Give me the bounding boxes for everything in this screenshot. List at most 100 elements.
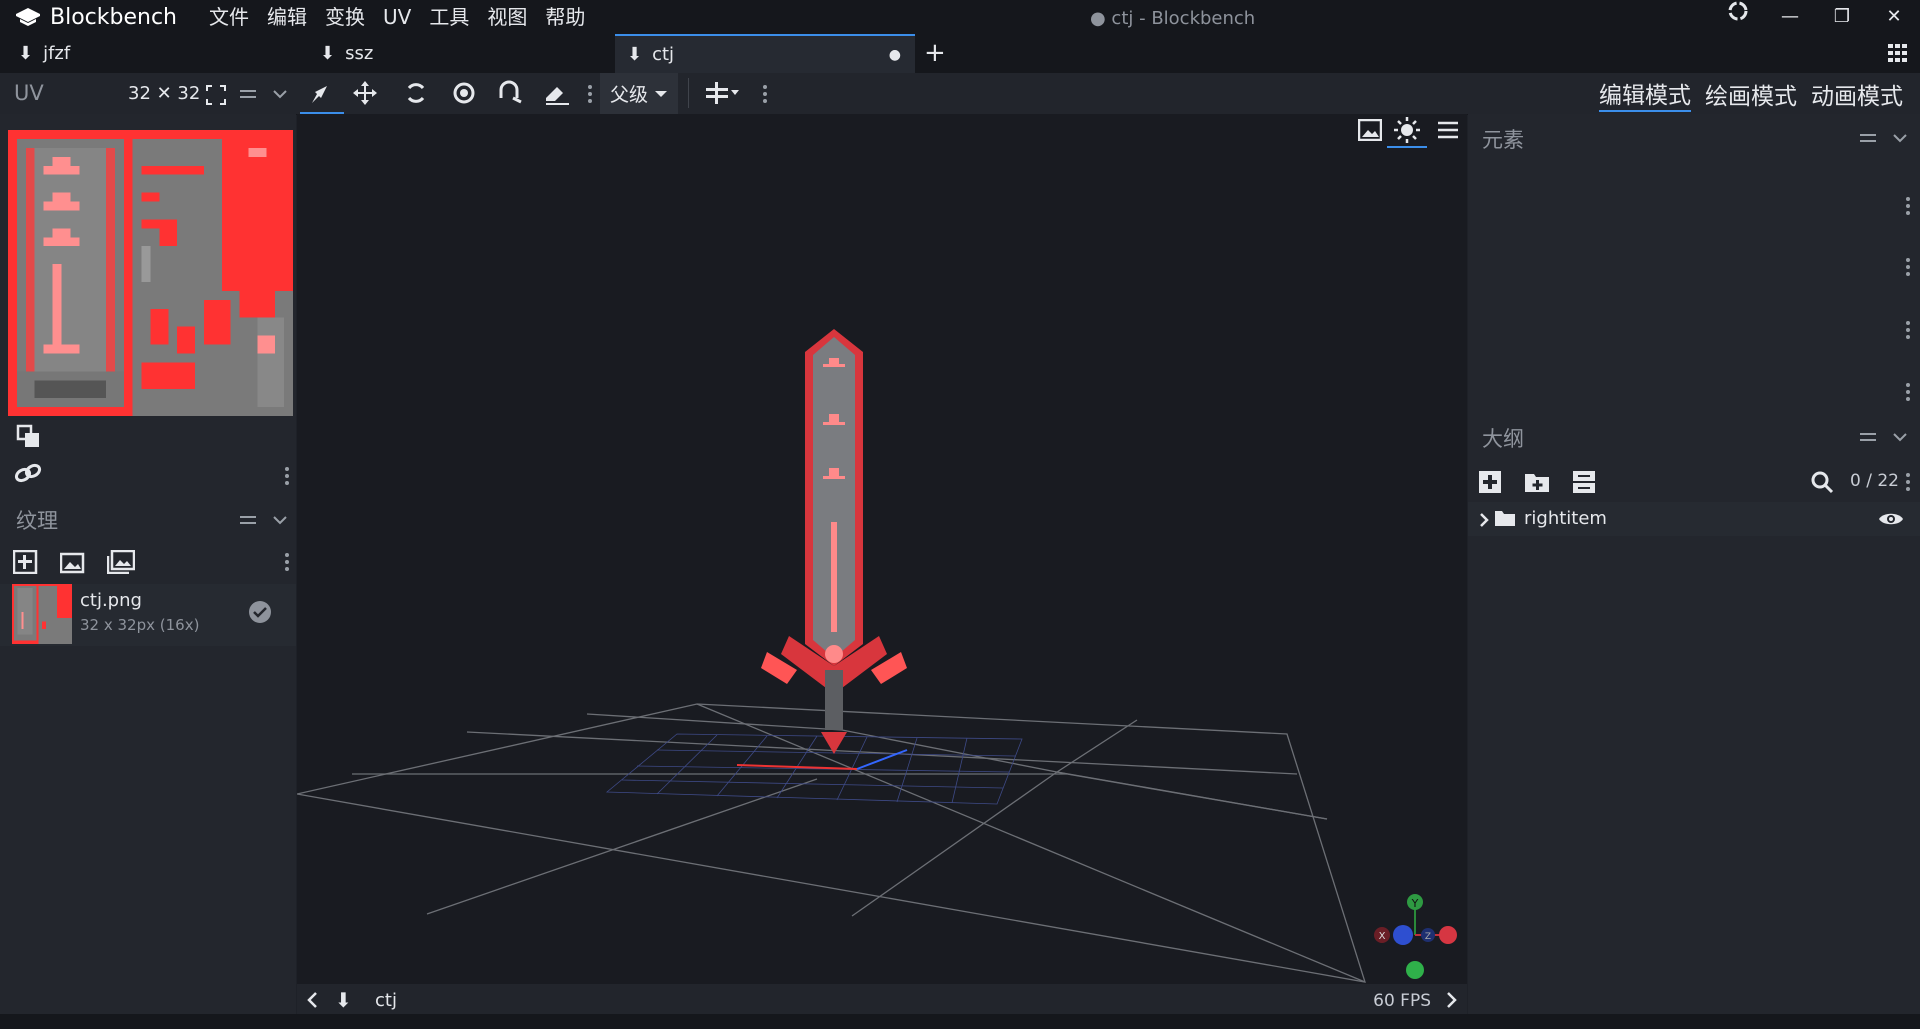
bottom-bar	[0, 1014, 1920, 1029]
transform-space-value: 父级	[609, 84, 648, 106]
chevron-down-icon[interactable]	[1890, 427, 1910, 451]
model-file-icon: ⬇	[335, 988, 352, 1012]
add-group-icon[interactable]	[1524, 470, 1550, 498]
minimize-button[interactable]: —	[1764, 0, 1816, 34]
update-icon[interactable]	[1712, 0, 1764, 34]
folder-icon	[1494, 509, 1516, 531]
vertex-snap-icon[interactable]	[497, 80, 525, 110]
element-more-icon[interactable]	[1905, 257, 1911, 281]
drag-handle-icon[interactable]	[238, 84, 258, 108]
blockbench-logo-icon	[16, 8, 40, 26]
outline-more-icon[interactable]	[1905, 472, 1911, 496]
check-circle-icon[interactable]	[248, 600, 272, 628]
orientation-gizmo[interactable]: Y X Z	[1370, 890, 1460, 980]
status-bar: ⬇ ctj 60 FPS	[297, 984, 1467, 1018]
3d-viewport[interactable]: Y X Z	[296, 114, 1467, 984]
lighting-toggle[interactable]	[1387, 114, 1427, 148]
viewport-scene	[296, 329, 1366, 983]
outline-count: 0 / 22	[1850, 471, 1899, 491]
chevron-down-icon[interactable]	[270, 84, 290, 108]
window-title: ● ctj - Blockbench	[1090, 8, 1256, 29]
outline-item-rightitem[interactable]: rightitem	[1468, 502, 1920, 536]
outline-panel-title: 大纲	[1482, 427, 1524, 451]
eye-icon[interactable]	[1878, 510, 1904, 532]
search-icon[interactable]	[1810, 470, 1834, 498]
uv-panel-title: UV	[14, 81, 44, 105]
status-model-name: ctj	[375, 990, 397, 1011]
copy-icon[interactable]	[16, 424, 42, 454]
unsaved-indicator[interactable]: ●	[889, 47, 901, 63]
drag-handle-icon[interactable]	[238, 510, 258, 534]
drag-handle-icon[interactable]	[1858, 128, 1878, 152]
menu-view[interactable]: 视图	[478, 0, 536, 34]
snap-align-icon[interactable]	[706, 82, 740, 108]
element-more-icon[interactable]	[1905, 320, 1911, 344]
texture-more-icon[interactable]	[284, 552, 290, 576]
viewport-menu-icon[interactable]	[1437, 121, 1459, 143]
menu-uv[interactable]: UV	[374, 0, 420, 34]
toolbar-more-icon[interactable]	[587, 84, 593, 108]
translate-icon[interactable]	[352, 80, 378, 110]
uv-more-icon[interactable]	[284, 466, 290, 490]
mode-selector: 编辑模式 绘画模式 动画模式	[1599, 73, 1903, 114]
element-more-icon[interactable]	[1905, 382, 1911, 406]
eraser-icon[interactable]	[543, 80, 571, 110]
element-panel-title: 元素	[1482, 128, 1524, 152]
transform-space-select[interactable]: 父级	[600, 73, 678, 114]
toolbar-more-icon[interactable]	[762, 84, 768, 108]
texture-file-name: ctj.png	[80, 590, 142, 611]
fullscreen-icon[interactable]	[205, 84, 227, 110]
tab-label: ctj	[652, 44, 675, 65]
mode-edit[interactable]: 编辑模式	[1599, 76, 1691, 112]
chevron-right-icon[interactable]	[1443, 990, 1459, 1014]
texture-gallery-icon[interactable]	[106, 549, 136, 578]
mode-paint[interactable]: 绘画模式	[1705, 77, 1797, 111]
texture-file-info: 32 x 32px (16x)	[80, 616, 200, 634]
chevron-left-icon[interactable]	[305, 990, 321, 1014]
tab-ctj[interactable]: ⬇ ctj ●	[615, 34, 915, 73]
new-tab-button[interactable]: +	[924, 34, 946, 73]
sun-icon	[1394, 117, 1420, 143]
mode-animate[interactable]: 动画模式	[1811, 77, 1903, 111]
tab-jfzf[interactable]: ⬇ jfzf	[18, 34, 308, 73]
texture-panel-title: 纹理	[16, 509, 58, 533]
sword-model	[761, 329, 907, 754]
uv-texture-preview[interactable]	[8, 130, 293, 416]
chevron-down-icon[interactable]	[1890, 128, 1910, 152]
menu-bar: 文件 编辑 变换 UV 工具 视图 帮助	[200, 0, 594, 34]
import-texture-icon[interactable]	[12, 549, 39, 578]
move-tool-button[interactable]	[300, 73, 344, 114]
tab-ssz[interactable]: ⬇ ssz	[320, 34, 610, 73]
drag-handle-icon[interactable]	[1858, 427, 1878, 451]
add-cube-icon[interactable]	[1478, 470, 1502, 498]
element-more-icon[interactable]	[1905, 196, 1911, 220]
menu-edit[interactable]: 编辑	[258, 0, 316, 34]
menu-file[interactable]: 文件	[200, 0, 258, 34]
tab-label: ssz	[345, 43, 374, 64]
block-grid	[605, 733, 1023, 805]
window-controls: — ❐ ✕	[1712, 0, 1920, 34]
background-image-icon[interactable]	[1357, 118, 1383, 145]
fps-counter: 60 FPS	[1373, 991, 1431, 1011]
link-icon[interactable]	[13, 461, 43, 489]
pivot-icon[interactable]	[451, 80, 477, 110]
app-logo: Blockbench	[14, 4, 177, 30]
uv-size-label: 32 ✕ 32	[128, 83, 201, 104]
create-texture-icon[interactable]	[59, 550, 86, 578]
chevron-down-icon[interactable]	[270, 510, 290, 534]
maximize-button[interactable]: ❐	[1816, 0, 1868, 34]
menu-help[interactable]: 帮助	[536, 0, 594, 34]
texture-list-item[interactable]: ctj.png 32 x 32px (16x)	[0, 584, 296, 646]
collapse-all-icon[interactable]	[1572, 470, 1596, 498]
rotate-icon[interactable]	[403, 80, 429, 110]
menu-tools[interactable]: 工具	[420, 0, 478, 34]
gizmo-y-label: Y	[1411, 897, 1419, 910]
outline-item-label: rightitem	[1524, 508, 1607, 529]
close-button[interactable]: ✕	[1868, 0, 1920, 34]
model-file-icon: ⬇	[627, 44, 643, 65]
gizmo-z-label: Z	[1425, 932, 1431, 942]
chevron-right-icon[interactable]	[1478, 511, 1490, 533]
menu-transform[interactable]: 变换	[316, 0, 374, 34]
caret-down-icon	[655, 90, 667, 97]
grid-menu-icon[interactable]	[1888, 44, 1908, 66]
